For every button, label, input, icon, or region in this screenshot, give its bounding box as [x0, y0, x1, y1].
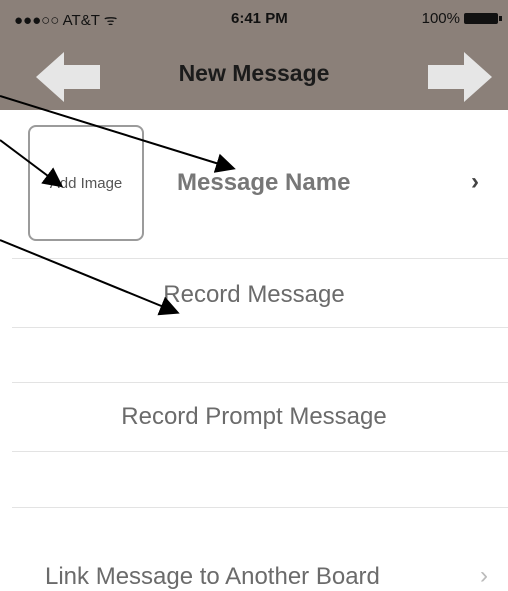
chevron-right-icon: › — [480, 562, 488, 589]
add-image-label: Add Image — [49, 174, 123, 192]
record-message-button[interactable]: Record Message — [0, 281, 508, 309]
navigation-bar: New Message — [0, 40, 508, 110]
divider — [12, 258, 508, 259]
right-arrow-icon — [428, 52, 492, 102]
chevron-right-icon: › — [471, 168, 479, 195]
message-name-field[interactable]: Message Name — [177, 169, 350, 197]
carrier-signal: ●●●○○ AT&T ᯤ — [14, 12, 118, 29]
divider — [12, 451, 508, 452]
record-prompt-message-button[interactable]: Record Prompt Message — [0, 403, 508, 431]
battery-icon — [464, 13, 502, 24]
add-image-button[interactable]: Add Image — [28, 125, 144, 241]
status-time: 6:41 PM — [231, 10, 288, 27]
link-message-button[interactable]: Link Message to Another Board — [45, 563, 380, 591]
battery-status: 100% — [421, 10, 502, 27]
battery-percent: 100% — [421, 10, 460, 27]
forward-button[interactable] — [428, 52, 492, 102]
divider — [12, 327, 508, 328]
status-bar: ●●●○○ AT&T ᯤ 6:41 PM 100% — [0, 0, 508, 40]
divider — [12, 507, 508, 508]
divider — [12, 382, 508, 383]
